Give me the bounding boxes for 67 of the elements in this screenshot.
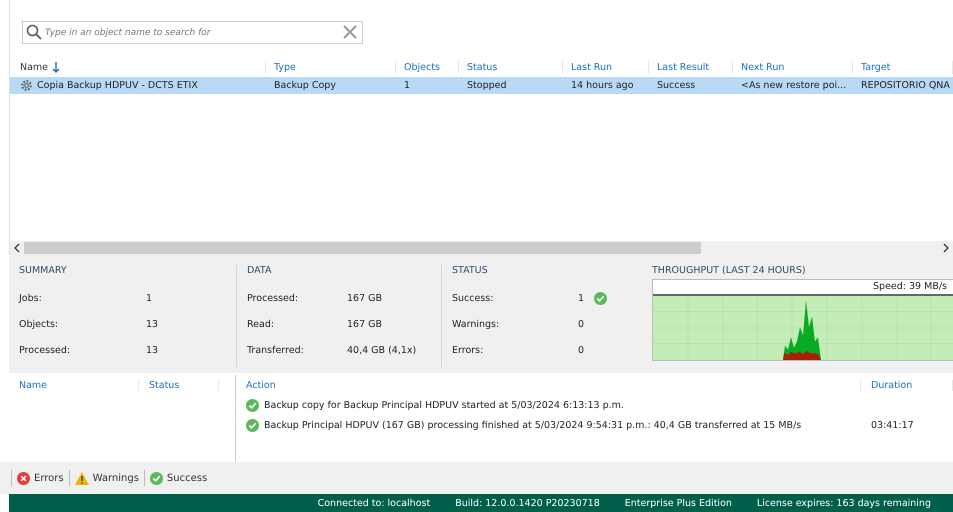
column-header[interactable]: Last Run <box>563 61 649 74</box>
gear-icon <box>20 79 33 92</box>
table-cell: 14 hours ago <box>571 80 634 91</box>
stat-label: Processed: <box>247 292 300 304</box>
stat-value: 167 GB <box>347 292 382 304</box>
stat-label: Success: <box>452 292 494 304</box>
section-title: STATUS <box>452 265 489 278</box>
speed-label: Speed: 39 MB/s <box>873 281 947 292</box>
column-header[interactable]: Next Run <box>733 61 853 74</box>
status-text: Build: 12.0.0.1420 P20230718 <box>455 498 600 508</box>
filter-button[interactable]: Success <box>144 470 212 486</box>
stat-value: 1 <box>146 292 152 304</box>
success-icon <box>150 472 163 484</box>
log-message: Backup Principal HDPUV (167 GB) processing finished at 5/03/2024 9:54:31 p.m.: 40,4 GB transferred at 15 MB/s <box>264 420 802 431</box>
stat-value: 1 <box>578 292 584 304</box>
column-header[interactable]: Last Result <box>649 61 733 74</box>
stat-label: Objects: <box>19 318 60 330</box>
stat-value: 40,4 GB (4,1x) <box>347 344 416 356</box>
section-title: SUMMARY <box>19 265 68 278</box>
sort-down-icon <box>52 62 60 73</box>
table-cell: Success <box>657 80 696 91</box>
status-text: Connected to: localhost <box>318 498 430 508</box>
filter-button[interactable]: Errors <box>11 470 69 486</box>
search-field[interactable]: Type in an object name to search for <box>22 21 363 44</box>
warning-icon <box>74 472 89 484</box>
column-header[interactable]: Status <box>139 380 219 390</box>
stat-label: Read: <box>247 318 276 330</box>
filter-button[interactable]: Warnings <box>68 470 144 486</box>
log-message: Backup copy for Backup Principal HDPUV started at 5/03/2024 6:13:13 p.m. <box>264 400 625 411</box>
success-icon <box>594 292 608 304</box>
stat-label: Processed: <box>19 344 72 356</box>
stat-value: 167 GB <box>347 318 382 330</box>
stat-value: 0 <box>578 318 584 330</box>
column-header[interactable]: Name <box>9 380 139 390</box>
stat-value: 13 <box>146 344 158 356</box>
column-header[interactable]: Duration <box>861 380 953 390</box>
stat-label: Errors: <box>452 344 484 356</box>
stat-label: Transferred: <box>247 344 305 356</box>
scroll-right-icon[interactable] <box>942 243 950 253</box>
table-cell: Backup Copy <box>274 80 336 91</box>
error-icon <box>17 472 30 484</box>
success-icon <box>246 399 259 412</box>
table-cell: Copia Backup HDPUV - DCTS ETIX <box>37 80 198 91</box>
status-text: License expires: 163 days remaining <box>756 498 931 508</box>
duration-value: 03:41:17 <box>870 420 915 431</box>
column-header[interactable]: Status <box>459 61 563 74</box>
section-title: DATA <box>247 265 272 278</box>
table-cell: Stopped <box>467 80 507 91</box>
stat-value: 0 <box>578 344 584 356</box>
column-header[interactable]: Type <box>266 61 396 74</box>
horizontal-scrollbar[interactable] <box>10 241 953 255</box>
column-header[interactable]: Target <box>853 61 953 74</box>
section-title: THROUGHPUT (LAST 24 HOURS) <box>652 265 807 278</box>
stat-label: Warnings: <box>452 318 500 330</box>
clear-icon[interactable] <box>343 25 357 39</box>
stat-label: Jobs: <box>19 292 43 304</box>
scroll-left-icon[interactable] <box>13 243 21 253</box>
column-header[interactable]: Action <box>236 380 861 390</box>
table-cell: <As new restore poi... <box>741 80 846 91</box>
stat-value: 13 <box>146 318 158 330</box>
column-header[interactable]: Name <box>12 61 266 74</box>
table-cell: REPOSITORIO QNA <box>861 80 950 91</box>
table-cell: 1 <box>404 80 410 91</box>
status-text: Enterprise Plus Edition <box>624 498 732 508</box>
column-header[interactable]: Objects <box>396 61 459 74</box>
success-icon <box>246 419 259 432</box>
job-row[interactable]: Copia Backup HDPUV - DCTS ETIX Backup Copy 1 Stopped 14 hours ago Success <As new restore poi... REPOSITORIO QNA <box>10 77 953 94</box>
